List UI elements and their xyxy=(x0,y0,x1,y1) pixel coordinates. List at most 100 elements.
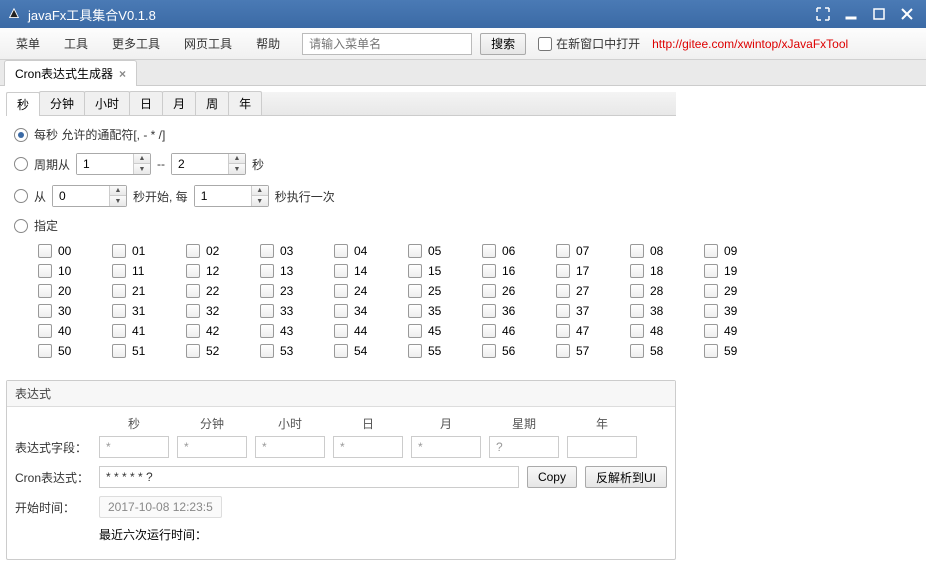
second-check-09[interactable]: 09 xyxy=(704,244,744,258)
second-check-03[interactable]: 03 xyxy=(260,244,300,258)
second-checkbox-53[interactable] xyxy=(260,344,274,358)
second-checkbox-59[interactable] xyxy=(704,344,718,358)
second-checkbox-32[interactable] xyxy=(186,304,200,318)
second-check-30[interactable]: 30 xyxy=(38,304,78,318)
second-checkbox-07[interactable] xyxy=(556,244,570,258)
second-checkbox-03[interactable] xyxy=(260,244,274,258)
menu-help[interactable]: 帮助 xyxy=(246,31,290,56)
spin-down-icon[interactable]: ▼ xyxy=(134,164,150,174)
second-checkbox-02[interactable] xyxy=(186,244,200,258)
open-new-window-input[interactable] xyxy=(538,37,552,51)
second-checkbox-08[interactable] xyxy=(630,244,644,258)
second-check-43[interactable]: 43 xyxy=(260,324,300,338)
second-check-49[interactable]: 49 xyxy=(704,324,744,338)
menu-tools[interactable]: 工具 xyxy=(54,31,98,56)
field-year[interactable] xyxy=(567,436,637,458)
spin-up-icon[interactable]: ▲ xyxy=(229,154,245,164)
subtab-year[interactable]: 年 xyxy=(228,91,262,115)
subtab-day[interactable]: 日 xyxy=(129,91,163,115)
second-checkbox-04[interactable] xyxy=(334,244,348,258)
field-month[interactable] xyxy=(411,436,481,458)
spin-up-icon[interactable]: ▲ xyxy=(252,186,268,196)
second-check-19[interactable]: 19 xyxy=(704,264,744,278)
second-check-36[interactable]: 36 xyxy=(482,304,522,318)
spin-down-icon[interactable]: ▼ xyxy=(229,164,245,174)
second-check-39[interactable]: 39 xyxy=(704,304,744,318)
second-check-32[interactable]: 32 xyxy=(186,304,226,318)
second-checkbox-41[interactable] xyxy=(112,324,126,338)
second-checkbox-11[interactable] xyxy=(112,264,126,278)
field-second[interactable] xyxy=(99,436,169,458)
second-check-42[interactable]: 42 xyxy=(186,324,226,338)
radio-from[interactable] xyxy=(14,189,28,203)
second-checkbox-01[interactable] xyxy=(112,244,126,258)
second-checkbox-36[interactable] xyxy=(482,304,496,318)
second-checkbox-28[interactable] xyxy=(630,284,644,298)
second-checkbox-06[interactable] xyxy=(482,244,496,258)
second-check-37[interactable]: 37 xyxy=(556,304,596,318)
second-check-56[interactable]: 56 xyxy=(482,344,522,358)
second-check-58[interactable]: 58 xyxy=(630,344,670,358)
second-checkbox-51[interactable] xyxy=(112,344,126,358)
second-check-18[interactable]: 18 xyxy=(630,264,670,278)
second-check-52[interactable]: 52 xyxy=(186,344,226,358)
second-checkbox-27[interactable] xyxy=(556,284,570,298)
second-checkbox-39[interactable] xyxy=(704,304,718,318)
menu-web-tools[interactable]: 网页工具 xyxy=(174,31,242,56)
second-checkbox-56[interactable] xyxy=(482,344,496,358)
cycle-from-input[interactable] xyxy=(77,154,133,174)
radio-cycle[interactable] xyxy=(14,157,28,171)
second-checkbox-20[interactable] xyxy=(38,284,52,298)
spin-down-icon[interactable]: ▼ xyxy=(252,196,268,206)
second-checkbox-19[interactable] xyxy=(704,264,718,278)
fullscreen-icon[interactable] xyxy=(810,4,836,24)
spin-up-icon[interactable]: ▲ xyxy=(134,154,150,164)
field-day[interactable] xyxy=(333,436,403,458)
second-check-04[interactable]: 04 xyxy=(334,244,374,258)
minimize-icon[interactable] xyxy=(838,4,864,24)
second-check-15[interactable]: 15 xyxy=(408,264,448,278)
spin-up-icon[interactable]: ▲ xyxy=(110,186,126,196)
second-checkbox-13[interactable] xyxy=(260,264,274,278)
maximize-icon[interactable] xyxy=(866,4,892,24)
field-hour[interactable] xyxy=(255,436,325,458)
second-check-40[interactable]: 40 xyxy=(38,324,78,338)
second-check-45[interactable]: 45 xyxy=(408,324,448,338)
from-every-spinner[interactable]: ▲▼ xyxy=(194,185,269,207)
search-input[interactable] xyxy=(302,33,472,55)
second-check-55[interactable]: 55 xyxy=(408,344,448,358)
second-check-23[interactable]: 23 xyxy=(260,284,300,298)
menu-more-tools[interactable]: 更多工具 xyxy=(102,31,170,56)
cycle-from-spinner[interactable]: ▲▼ xyxy=(76,153,151,175)
second-checkbox-50[interactable] xyxy=(38,344,52,358)
second-checkbox-18[interactable] xyxy=(630,264,644,278)
second-check-08[interactable]: 08 xyxy=(630,244,670,258)
cycle-to-spinner[interactable]: ▲▼ xyxy=(171,153,246,175)
second-check-47[interactable]: 47 xyxy=(556,324,596,338)
second-check-54[interactable]: 54 xyxy=(334,344,374,358)
second-checkbox-26[interactable] xyxy=(482,284,496,298)
second-check-48[interactable]: 48 xyxy=(630,324,670,338)
second-checkbox-00[interactable] xyxy=(38,244,52,258)
second-check-31[interactable]: 31 xyxy=(112,304,152,318)
from-every-input[interactable] xyxy=(195,186,251,206)
spin-down-icon[interactable]: ▼ xyxy=(110,196,126,206)
second-checkbox-52[interactable] xyxy=(186,344,200,358)
tab-close-icon[interactable]: × xyxy=(119,67,126,81)
second-checkbox-14[interactable] xyxy=(334,264,348,278)
tab-cron-generator[interactable]: Cron表达式生成器 × xyxy=(4,60,137,86)
second-checkbox-25[interactable] xyxy=(408,284,422,298)
second-check-13[interactable]: 13 xyxy=(260,264,300,278)
radio-every-second[interactable] xyxy=(14,128,28,142)
close-icon[interactable] xyxy=(894,4,920,24)
field-minute[interactable] xyxy=(177,436,247,458)
cycle-to-input[interactable] xyxy=(172,154,228,174)
second-check-50[interactable]: 50 xyxy=(38,344,78,358)
second-check-53[interactable]: 53 xyxy=(260,344,300,358)
second-check-38[interactable]: 38 xyxy=(630,304,670,318)
second-check-11[interactable]: 11 xyxy=(112,264,152,278)
second-check-16[interactable]: 16 xyxy=(482,264,522,278)
subtab-hour[interactable]: 小时 xyxy=(84,91,130,115)
second-checkbox-10[interactable] xyxy=(38,264,52,278)
cron-input[interactable] xyxy=(99,466,519,488)
